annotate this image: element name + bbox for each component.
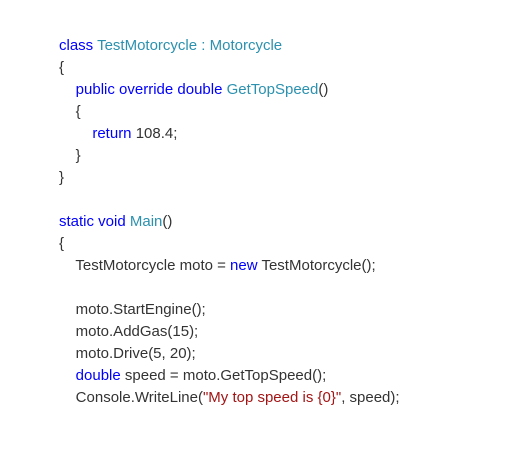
code-token: }	[59, 169, 65, 186]
code-token: public override double	[75, 81, 227, 98]
code-line: {	[59, 101, 400, 123]
code-token: 108.4;	[135, 125, 178, 142]
code-token: {	[59, 235, 65, 252]
code-line: }	[59, 167, 400, 189]
code-line: moto.StartEngine();	[59, 299, 400, 321]
code-token: return	[92, 125, 136, 142]
code-token: GetTopSpeed	[226, 81, 319, 98]
code-line: class TestMotorcycle : Motorcycle	[59, 35, 400, 57]
code-token: ()	[162, 213, 173, 230]
code-token: static void	[59, 213, 130, 230]
code-token: {	[75, 103, 81, 120]
code-token: {	[59, 59, 65, 76]
code-token: moto.StartEngine();	[75, 301, 206, 318]
code-token: Console.WriteLine(	[75, 389, 203, 406]
code-line: }	[59, 145, 400, 167]
code-line: {	[59, 57, 400, 79]
code-line: Console.WriteLine("My top speed is {0}",…	[59, 387, 400, 409]
code-token: TestMotorcycle moto =	[75, 257, 231, 274]
code-token: TestMotorcycle();	[261, 257, 376, 274]
code-line: TestMotorcycle moto = new TestMotorcycle…	[59, 255, 400, 277]
code-block: class TestMotorcycle : Motorcycle { publi…	[59, 35, 400, 409]
code-token: Main	[129, 213, 163, 230]
code-token: ()	[318, 81, 329, 98]
code-token: moto.AddGas(15);	[75, 323, 199, 340]
code-token: TestMotorcycle : Motorcycle	[97, 37, 283, 54]
code-line: {	[59, 233, 400, 255]
code-token: class	[59, 37, 98, 54]
code-token: , speed);	[341, 389, 400, 406]
code-line: public override double GetTopSpeed()	[59, 79, 400, 101]
code-token: speed = moto.GetTopSpeed();	[124, 367, 327, 384]
code-line: moto.Drive(5, 20);	[59, 343, 400, 365]
code-token: }	[75, 147, 81, 164]
code-line: double speed = moto.GetTopSpeed();	[59, 365, 400, 387]
code-line: static void Main()	[59, 211, 400, 233]
code-line: return 108.4;	[59, 123, 400, 145]
code-line: moto.AddGas(15);	[59, 321, 400, 343]
code-token: new	[230, 257, 262, 274]
code-token: moto.Drive(5, 20);	[75, 345, 196, 362]
code-token: "My top speed is {0}"	[202, 389, 342, 406]
code-token: double	[75, 367, 125, 384]
